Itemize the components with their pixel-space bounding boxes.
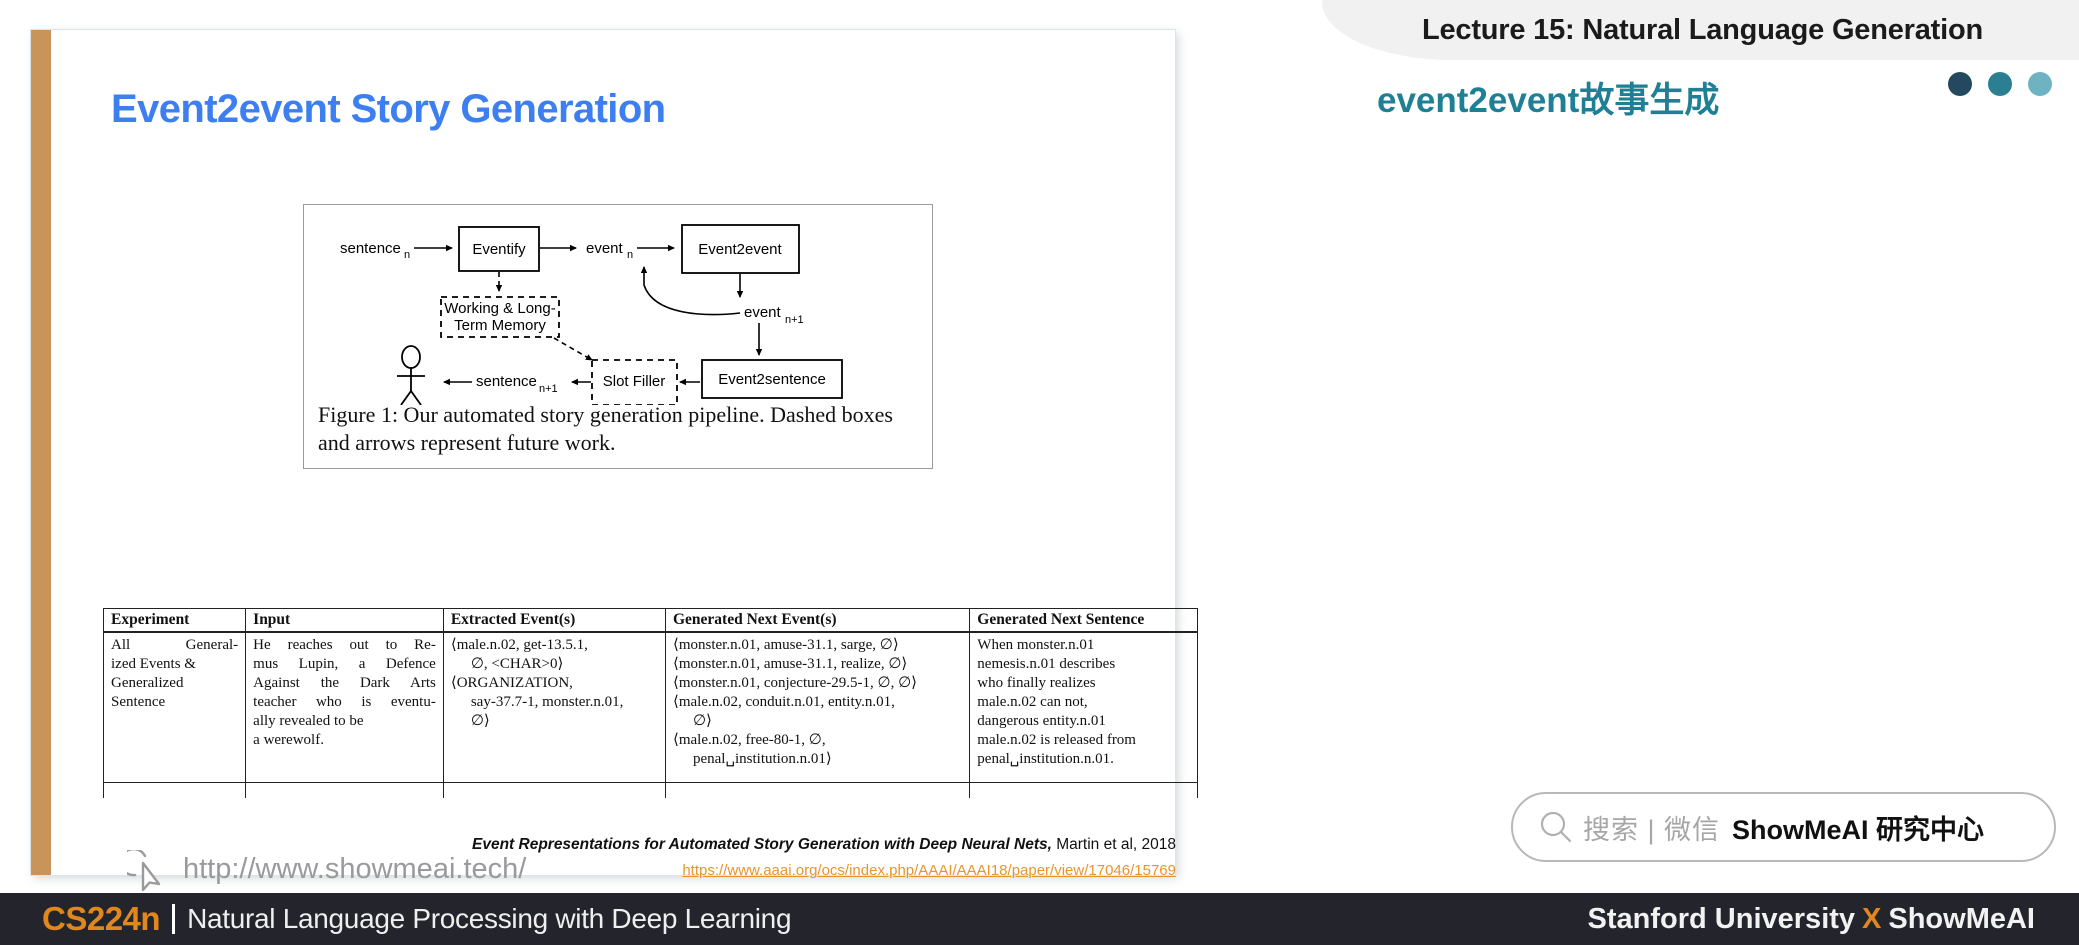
diagram-label-sentence-n: sentence [340, 240, 401, 257]
showmeai-url[interactable]: http://www.showmeai.tech/ [183, 853, 526, 886]
svg-text:Term Memory: Term Memory [454, 317, 546, 334]
table-col-extracted: Extracted Event(s) [442, 608, 666, 633]
footer-x: X [1862, 902, 1882, 935]
svg-text:Event2sentence: Event2sentence [718, 371, 826, 388]
search-box[interactable]: 搜索 | 微信 ShowMeAI 研究中心 [1511, 792, 2056, 862]
citation-authors: Martin et al, 2018 [1051, 836, 1176, 853]
citation-text: Event Representations for Automated Stor… [331, 836, 1176, 854]
cell-generated-events: ⟨monster.n.01, amuse-31.1, sarge, ∅⟩ ⟨mo… [664, 632, 971, 783]
footer-showmeai: ShowMeAI [1888, 902, 2035, 935]
svg-text:n: n [627, 249, 633, 261]
cell-generated-sentence: When monster.n.01 nemesis.n.01 describes… [969, 632, 1198, 783]
svg-text:n+1: n+1 [785, 314, 804, 326]
brand-title: event2event故事生成 [1377, 81, 1720, 120]
svg-text:Event2event: Event2event [698, 241, 782, 258]
svg-text:n: n [404, 249, 410, 261]
footer-left: CS224n Natural Language Processing with … [42, 896, 792, 942]
course-code: CS224n [42, 900, 161, 937]
diagram-label-sentence-n1: sentence [476, 373, 537, 390]
svg-text:Slot Filler: Slot Filler [603, 373, 666, 390]
cursor-click-icon [127, 850, 161, 892]
footer-stanford: Stanford University [1587, 902, 1856, 935]
header-dot-1 [1948, 72, 1972, 96]
header-dot-3 [2028, 72, 2052, 96]
citation-title: Event Representations for Automated Stor… [471, 836, 1052, 853]
cell-extracted: ⟨male.n.02, get-13.5.1, ∅, <CHAR>0⟩ ⟨ORG… [442, 632, 666, 783]
table-row [103, 782, 1198, 798]
table-col-input: Input [245, 608, 444, 633]
search-placeholder: 搜索 | 微信 [1583, 814, 1721, 845]
svg-text:Working & Long-: Working & Long- [444, 300, 555, 317]
footer-right: Stanford University X ShowMeAI [1588, 896, 2035, 942]
header-dot-2 [1988, 72, 2012, 96]
figure-caption: Figure 1: Our automated story generation… [318, 402, 893, 456]
cell-input: He reaches out to Re- mus Lupin, a Defen… [245, 632, 444, 783]
slide-card: Event2event Story Generation sentence n … [31, 30, 1198, 892]
paper-table: Experiment Input Extracted Event(s) Gene… [103, 608, 1198, 798]
table-col-generated-sentence: Generated Next Sentence [969, 608, 1198, 633]
header-decor-dots [1948, 72, 2052, 96]
slide-title: Event2event Story Generation [111, 87, 666, 131]
diagram-stick-figure-reader [397, 345, 425, 405]
course-title: Natural Language Processing with Deep Le… [187, 903, 792, 934]
figure-panel: sentence n Eventify event n Event2event … [303, 204, 933, 469]
search-icon [1540, 811, 1572, 843]
table-col-experiment: Experiment [103, 608, 247, 633]
table-header-row: Experiment Input Extracted Event(s) Gene… [103, 608, 1198, 633]
slide-accent-bar [31, 30, 51, 875]
footer-divider [172, 904, 176, 934]
diagram-label-event-n: event [586, 240, 624, 257]
table-col-generated-events: Generated Next Event(s) [664, 608, 971, 633]
svg-text:Eventify: Eventify [472, 241, 526, 258]
search-brand-label: ShowMeAI 研究中心 [1732, 814, 1985, 845]
svg-text:n+1: n+1 [539, 383, 558, 395]
diagram-label-event-n1: event [744, 304, 782, 321]
pipeline-diagram: sentence n Eventify event n Event2event … [340, 224, 843, 405]
showmeai-logo-icon [1283, 58, 1363, 126]
table-row: All General- ized Events & Generalized S… [103, 632, 1198, 783]
lecture-title: Lecture 15: Natural Language Generation [1421, 13, 1984, 46]
cell-experiment: All General- ized Events & Generalized S… [103, 632, 247, 783]
